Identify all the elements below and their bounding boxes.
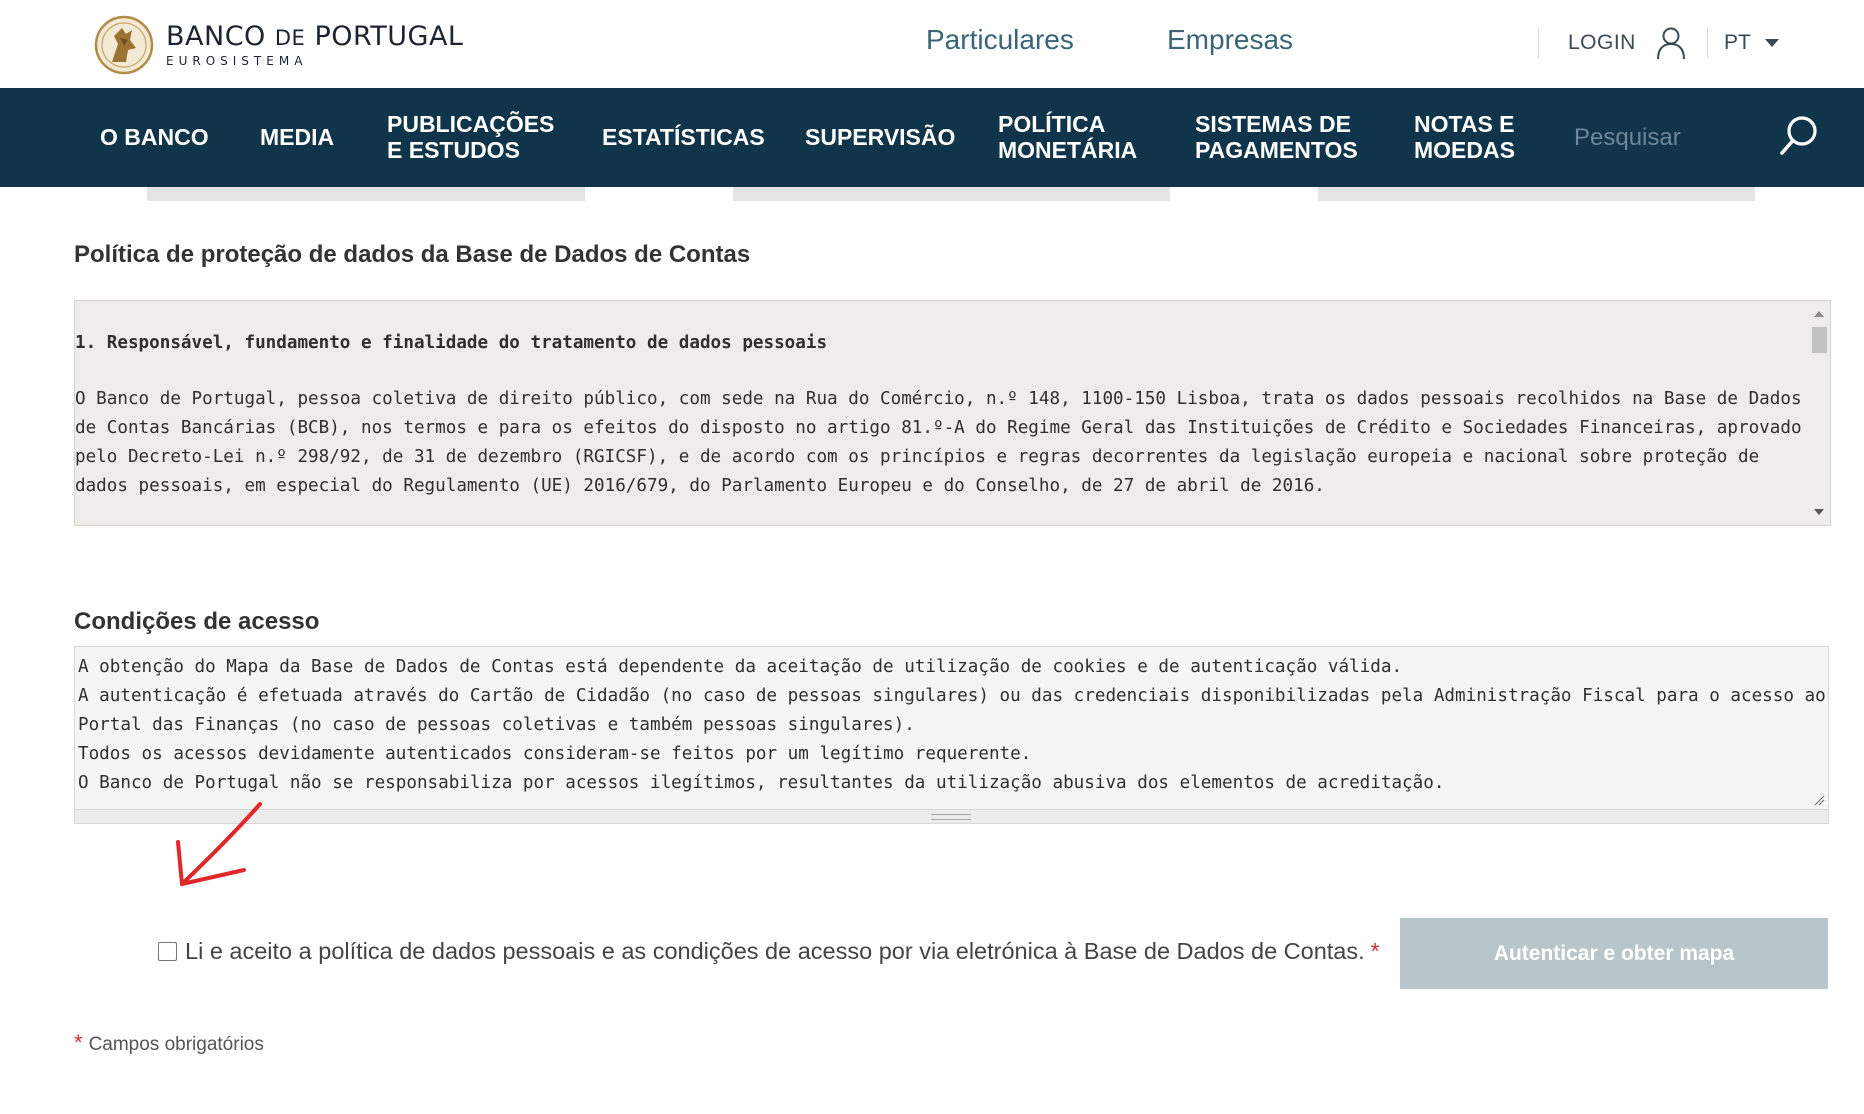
required-marker: *: [1370, 938, 1380, 964]
language-label: PT: [1724, 31, 1751, 54]
conditions-line: A obtenção do Mapa da Base de Dados de C…: [78, 657, 1403, 677]
chevron-down-icon: [1764, 39, 1779, 47]
logo-name: BANCO DE PORTUGAL: [166, 21, 464, 52]
drag-handle-icon[interactable]: [931, 814, 971, 820]
segment-link-empresas[interactable]: Empresas: [1167, 24, 1293, 56]
conditions-title: Condições de acesso: [74, 608, 320, 635]
nav-shadow-tab: [147, 187, 585, 201]
conditions-line: A autenticação é efetuada através do Car…: [78, 686, 1826, 735]
consent-label[interactable]: Li e aceito a política de dados pessoais…: [185, 938, 1365, 965]
scrollbar-thumb[interactable]: [1812, 327, 1827, 353]
conditions-textarea[interactable]: A obtenção do Mapa da Base de Dados de C…: [74, 646, 1829, 810]
conditions-line: Todos os acessos devidamente autenticado…: [78, 744, 1032, 764]
user-icon[interactable]: [1655, 26, 1687, 60]
nav-shadow-tab: [733, 187, 1170, 201]
nav-item-sistemas-de-pagamentos[interactable]: SISTEMAS DE PAGAMENTOS: [1195, 111, 1358, 163]
consent-checkbox[interactable]: [158, 942, 177, 961]
language-selector[interactable]: PT: [1724, 31, 1779, 55]
policy-title: Política de proteção de dados da Base de…: [74, 241, 751, 268]
search-icon[interactable]: [1778, 114, 1820, 158]
policy-scrollbar[interactable]: [1808, 301, 1830, 525]
required-note-text: Campos obrigatórios: [88, 1034, 264, 1055]
nav-item-supervisao[interactable]: SUPERVISÃO: [805, 124, 955, 150]
nav-item-o-banco[interactable]: O BANCO: [100, 124, 209, 150]
required-fields-note: * Campos obrigatórios: [74, 1030, 264, 1056]
required-marker: *: [74, 1030, 83, 1055]
segment-link-particulares[interactable]: Particulares: [926, 24, 1074, 56]
top-bar: BANCO DE PORTUGAL EUROSISTEMA Particular…: [0, 0, 1864, 88]
nav-item-media[interactable]: MEDIA: [260, 124, 334, 150]
scroll-up-arrow-icon[interactable]: [1814, 311, 1824, 317]
nav-item-publicacoes-e-estudos[interactable]: PUBLICAÇÕES E ESTUDOS: [387, 111, 554, 163]
site-logo[interactable]: BANCO DE PORTUGAL EUROSISTEMA: [92, 14, 463, 76]
divider: [1707, 28, 1708, 58]
policy-scroll-box[interactable]: 1. Responsável, fundamento e finalidade …: [74, 300, 1831, 526]
resize-grip-icon[interactable]: [1813, 794, 1825, 806]
nav-item-politica-monetaria[interactable]: POLÍTICA MONETÁRIA: [998, 111, 1137, 163]
divider: [1538, 28, 1539, 58]
search-input[interactable]: Pesquisar: [1574, 124, 1681, 152]
nav-shadow-tab: [1318, 187, 1755, 201]
policy-section-heading: 1. Responsável, fundamento e finalidade …: [75, 333, 828, 353]
consent-row: Li e aceito a política de dados pessoais…: [158, 938, 1380, 965]
conditions-line: O Banco de Portugal não se responsabiliz…: [78, 773, 1445, 793]
authenticate-button[interactable]: Autenticar e obter mapa: [1400, 918, 1828, 989]
nav-item-estatisticas[interactable]: ESTATÍSTICAS: [602, 124, 765, 150]
banco-de-portugal-emblem-icon: [94, 15, 154, 75]
nav-item-notas-e-moedas[interactable]: NOTAS E MOEDAS: [1414, 111, 1515, 163]
annotation-arrow-icon: [176, 802, 262, 886]
logo-subtitle: EUROSISTEMA: [166, 54, 308, 68]
login-link[interactable]: LOGIN: [1568, 31, 1636, 55]
main-navigation: O BANCO MEDIA PUBLICAÇÕES E ESTUDOS ESTA…: [0, 88, 1864, 187]
policy-body-text: O Banco de Portugal, pessoa coletiva de …: [75, 389, 1802, 496]
conditions-resize-bar[interactable]: [74, 810, 1829, 824]
scroll-down-arrow-icon[interactable]: [1814, 509, 1824, 515]
